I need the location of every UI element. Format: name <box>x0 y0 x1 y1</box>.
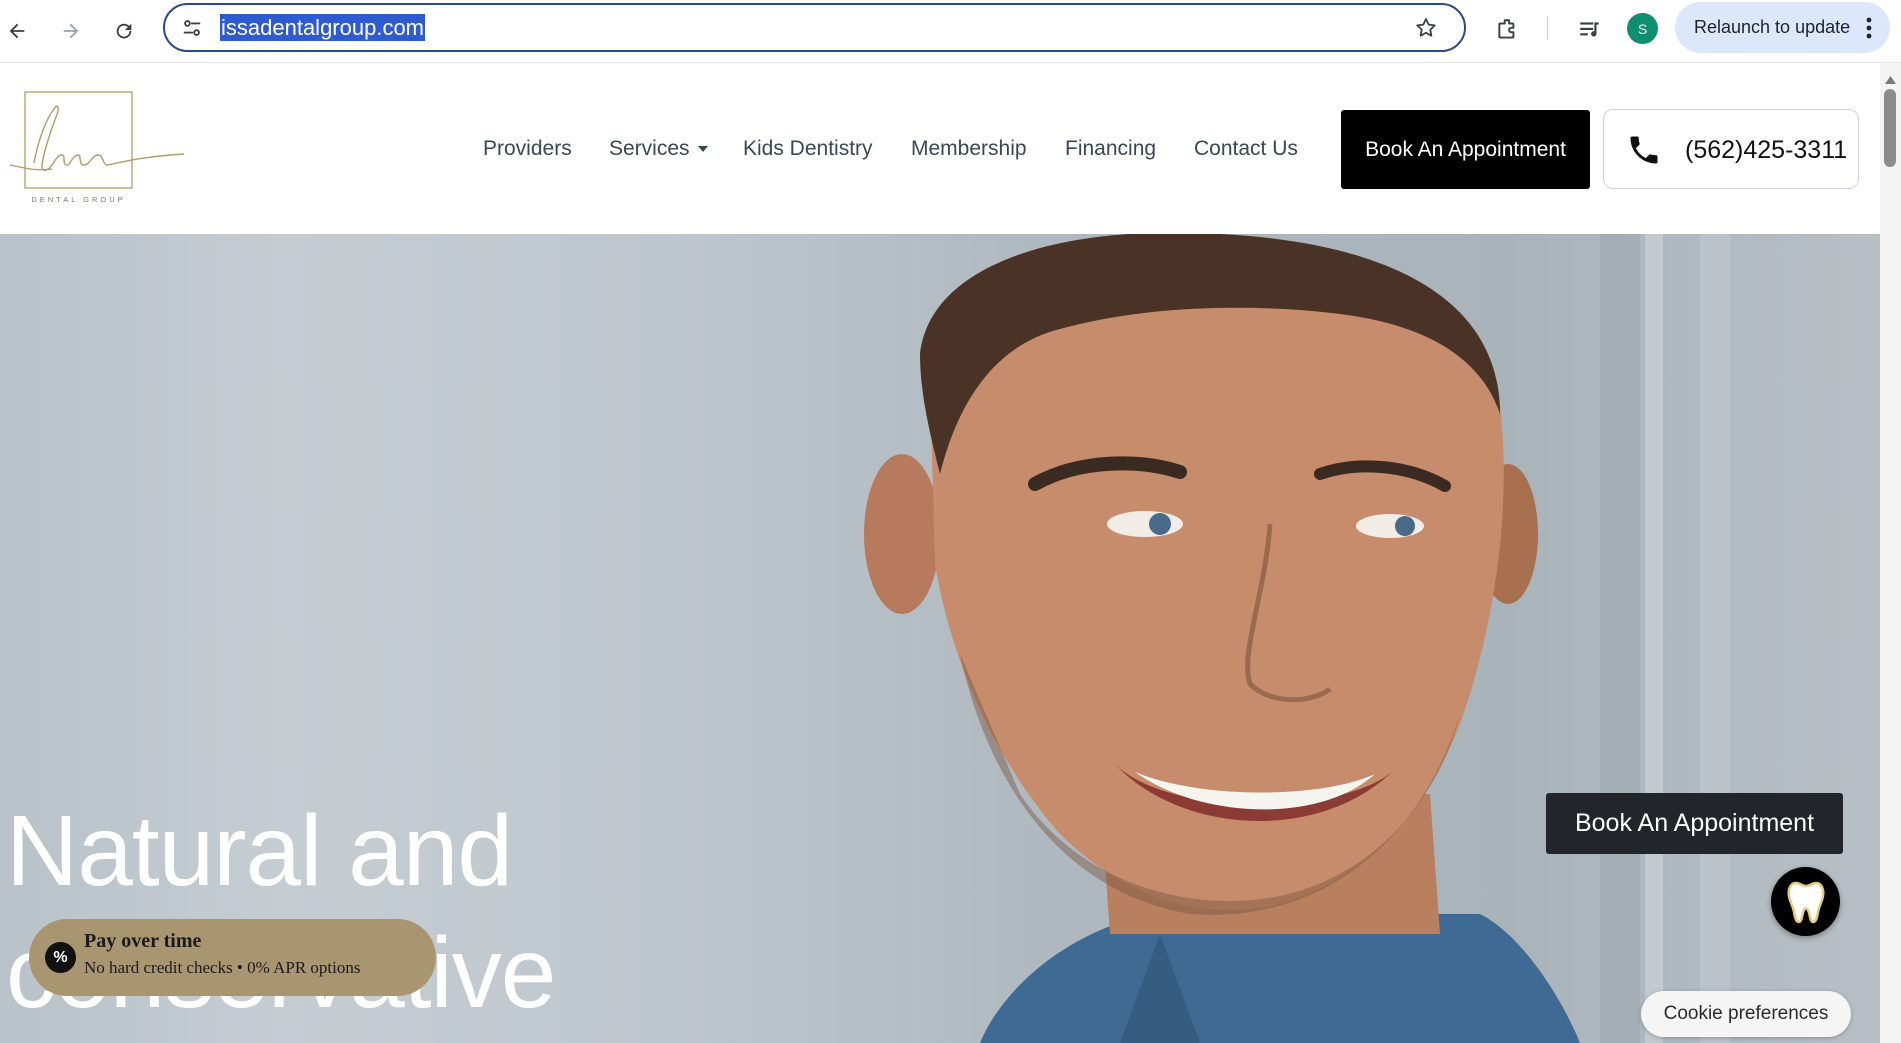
percent-badge-icon: % <box>45 942 76 973</box>
page-viewport: DENTAL GROUP Providers Services Kids Den… <box>0 63 1880 1043</box>
back-arrow-icon[interactable] <box>0 11 37 51</box>
phone-button[interactable]: (562)425-3311 <box>1603 109 1859 189</box>
relaunch-button[interactable]: Relaunch to update <box>1675 2 1890 53</box>
browser-toolbar: issadentalgroup.com S Relaunch to update <box>0 0 1901 63</box>
nav-contact-us[interactable]: Contact Us <box>1194 137 1298 161</box>
forward-arrow-icon[interactable] <box>51 11 91 51</box>
cookie-preferences-button[interactable]: Cookie preferences <box>1641 991 1851 1037</box>
scroll-up-arrow-icon[interactable] <box>1885 71 1896 89</box>
nav-kids-dentistry[interactable]: Kids Dentistry <box>743 137 873 161</box>
url-text[interactable]: issadentalgroup.com <box>220 14 426 41</box>
address-bar[interactable]: issadentalgroup.com <box>163 3 1466 52</box>
logo-subtitle: DENTAL GROUP <box>31 195 126 204</box>
reload-icon[interactable] <box>104 11 144 51</box>
toolbar-divider <box>1547 16 1548 40</box>
hero-title-line1: Natural and <box>6 795 513 907</box>
relaunch-label: Relaunch to update <box>1694 17 1851 37</box>
nav-providers[interactable]: Providers <box>483 137 572 161</box>
site-header: DENTAL GROUP Providers Services Kids Den… <box>0 63 1880 234</box>
nav-services-label: Services <box>609 137 690 160</box>
pay-over-time-title: Pay over time <box>84 930 202 952</box>
caret-down-icon <box>698 146 709 153</box>
hero-title: Natural and conservative <box>6 790 556 1034</box>
book-appointment-button[interactable]: Book An Appointment <box>1341 110 1590 189</box>
site-settings-icon[interactable] <box>181 17 203 44</box>
more-vert-icon[interactable] <box>1866 17 1872 44</box>
phone-icon <box>1626 132 1662 173</box>
pay-over-time-subtitle: No hard credit checks • 0% APR options <box>84 958 361 977</box>
scrollbar-thumb[interactable] <box>1884 89 1896 167</box>
tooth-chat-button[interactable] <box>1771 867 1840 936</box>
nav-membership[interactable]: Membership <box>911 137 1027 161</box>
nav-services[interactable]: Services <box>609 137 709 161</box>
profile-avatar[interactable]: S <box>1627 13 1658 44</box>
phone-number: (562)425-3311 <box>1685 136 1848 164</box>
nav-financing[interactable]: Financing <box>1065 137 1156 161</box>
extensions-icon[interactable] <box>1490 12 1526 48</box>
bookmark-star-icon[interactable] <box>1414 16 1438 45</box>
floating-book-appointment-button[interactable]: Book An Appointment <box>1546 793 1843 854</box>
media-controls-icon[interactable] <box>1572 12 1608 48</box>
page-scrollbar[interactable] <box>1880 63 1901 1043</box>
issa-dental-logo[interactable]: DENTAL GROUP <box>8 91 188 209</box>
tooth-icon <box>1787 881 1824 923</box>
pay-over-time-widget[interactable]: % Pay over time No hard credit checks • … <box>29 919 436 996</box>
